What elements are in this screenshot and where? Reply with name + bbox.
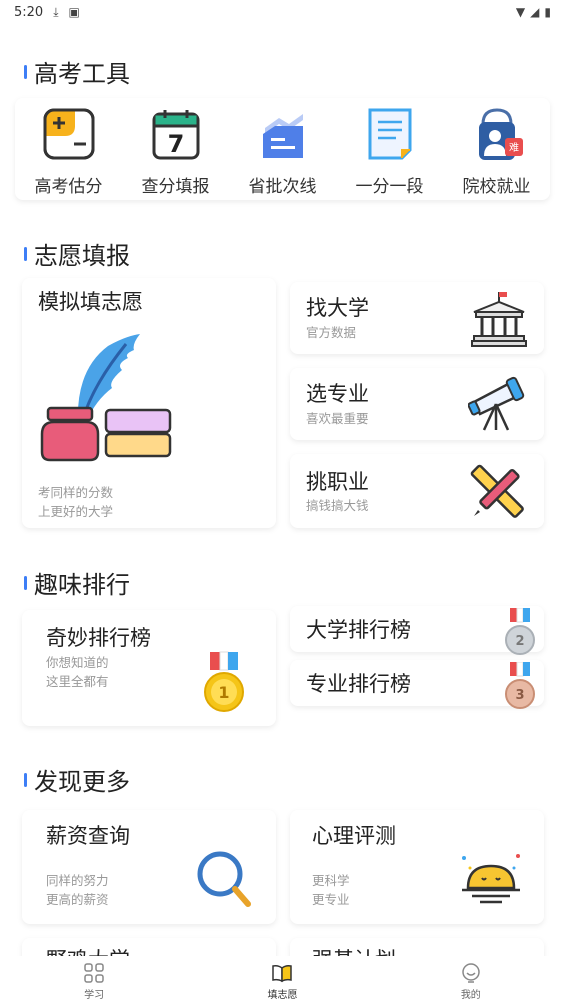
- simulate-title: 模拟填志愿: [38, 290, 143, 314]
- tool-score-segment[interactable]: 一分一段: [336, 98, 443, 200]
- status-time: 5:20: [14, 4, 44, 20]
- document-icon: [368, 108, 411, 160]
- section-title-volunteer: 志愿填报: [24, 236, 130, 271]
- ink-quill-icon: [40, 334, 172, 462]
- tools-card: 高考估分 7 查分填报 省批次线 一分一段 难 院校就业: [15, 98, 550, 200]
- chart-doc-icon: [262, 114, 303, 158]
- calculator-icon: [43, 108, 94, 160]
- section-marker: [24, 246, 27, 261]
- university-building-icon: [471, 292, 527, 347]
- tool-score-estimate[interactable]: 高考估分: [15, 98, 122, 200]
- section-title-tools: 高考工具: [24, 54, 130, 89]
- section-marker: [24, 772, 27, 787]
- svg-text:1: 1: [218, 683, 229, 702]
- telescope-icon: [468, 376, 525, 431]
- salary-query-card[interactable]: 薪资查询 同样的努力 更高的薪资: [22, 810, 276, 924]
- svg-text:3: 3: [515, 688, 524, 703]
- grid-icon: [84, 963, 104, 983]
- magnifier-icon: [197, 851, 251, 907]
- simulate-volunteer-card[interactable]: 模拟填志愿 考同样的分数 上更好的大学: [22, 278, 276, 528]
- bottom-tab-bar: 学习 填志愿 我的: [0, 956, 565, 1004]
- book-icon: [272, 965, 293, 983]
- battery-icon: ▮: [544, 5, 551, 19]
- badge-icon: 难: [478, 108, 523, 160]
- download-icon: ⤓: [53, 4, 59, 19]
- svg-text:2: 2: [515, 634, 524, 649]
- svg-text:难: 难: [509, 142, 519, 154]
- section-marker: [24, 64, 27, 79]
- section-title-more: 发现更多: [24, 762, 130, 797]
- major-rank-card[interactable]: 专业排行榜 3: [290, 660, 544, 709]
- choose-major-card[interactable]: 选专业 喜欢最重要: [290, 368, 544, 440]
- svg-text:7: 7: [167, 130, 184, 158]
- tool-province-line[interactable]: 省批次线: [229, 98, 336, 200]
- tab-fill-volunteer[interactable]: 填志愿: [188, 956, 376, 1004]
- notification-icon: ▣: [68, 5, 80, 19]
- tool-univ-employment[interactable]: 难 院校就业: [443, 98, 550, 200]
- bronze-medal-icon: 3: [505, 662, 535, 709]
- psych-test-card[interactable]: 心理评测 更科学 更专业: [290, 810, 544, 924]
- section-title-rank: 趣味排行: [24, 565, 130, 600]
- tab-mine[interactable]: 我的: [377, 956, 565, 1004]
- calendar-icon: 7: [152, 110, 199, 160]
- pick-career-card[interactable]: 挑职业 搞钱搞大钱: [290, 454, 544, 528]
- gold-medal-icon: 1: [204, 651, 244, 712]
- tab-study[interactable]: 学习: [0, 956, 188, 1004]
- wonder-rank-card[interactable]: 奇妙排行榜 你想知道的 这里全都有 1: [22, 610, 276, 726]
- sunrise-icon: [462, 854, 520, 904]
- wifi-icon: ▼: [515, 5, 526, 19]
- section-marker: [24, 575, 27, 590]
- find-university-card[interactable]: 找大学 官方数据: [290, 282, 544, 354]
- tool-query-fill[interactable]: 7 查分填报: [122, 98, 229, 200]
- signal-icon: ◢: [530, 5, 540, 19]
- status-bar: 5:20 ⤓ ▣ ▼ ◢ ▮: [0, 0, 565, 24]
- university-rank-card[interactable]: 大学排行榜 2: [290, 606, 544, 655]
- silver-medal-icon: 2: [505, 608, 535, 655]
- ruler-pencil-icon: [470, 464, 524, 518]
- profile-icon: [462, 963, 480, 983]
